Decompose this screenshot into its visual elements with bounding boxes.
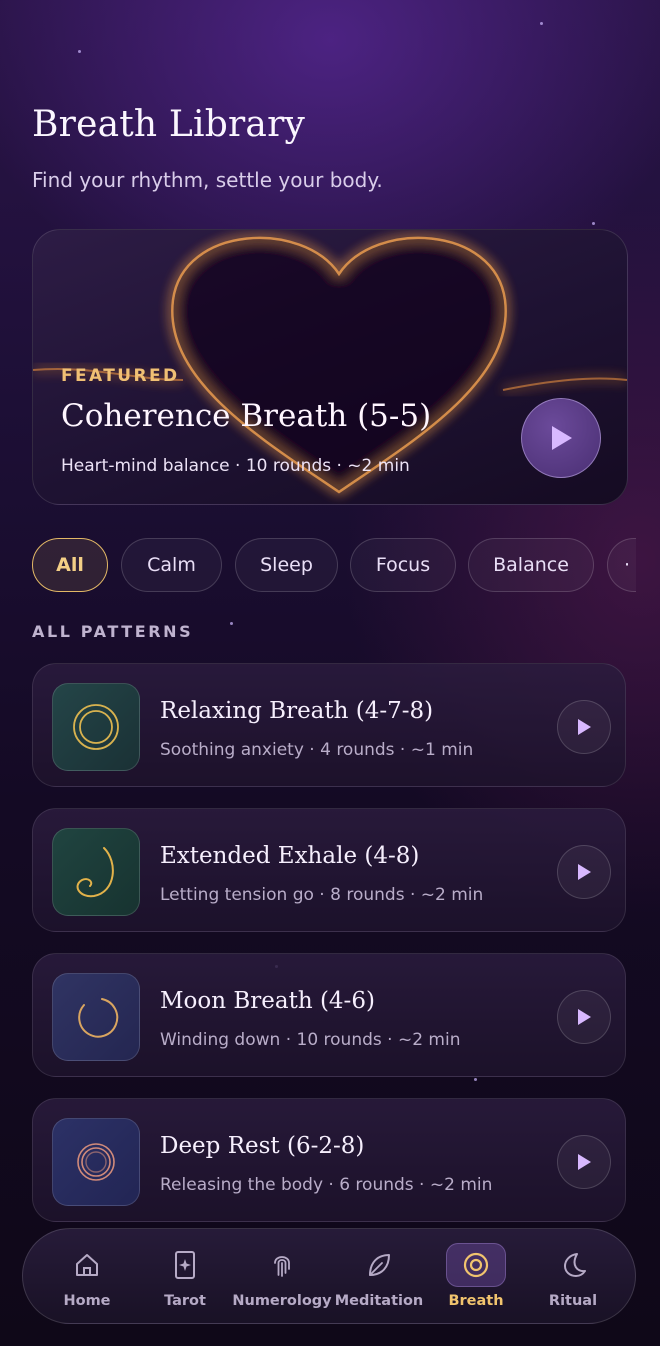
pattern-play-button[interactable] [557,845,611,899]
star-decoration [230,622,233,625]
home-icon [76,1254,98,1276]
star-decoration [78,50,81,53]
breath-circle-icon [463,1252,489,1278]
pattern-play-button[interactable] [557,1135,611,1189]
nav-item-ritual[interactable]: Ritual [523,1229,623,1325]
play-icon [578,864,591,880]
pattern-thumbnail [52,828,140,916]
chip-more[interactable]: · [607,538,636,592]
nav-label: Ritual [548,1293,598,1309]
chip-calm[interactable]: Calm [121,538,222,592]
chip-focus[interactable]: Focus [350,538,456,592]
nav-label: Meditation [334,1293,424,1309]
pattern-card[interactable]: Moon Breath (4-6) Winding down · 10 roun… [32,953,626,1077]
nav-label: Breath [448,1293,504,1309]
pattern-thumbnail [52,1118,140,1206]
moon-icon [564,1253,586,1277]
pattern-card[interactable]: Deep Rest (6-2-8) Releasing the body · 6… [32,1098,626,1222]
nav-item-numerology[interactable]: Numerology [232,1229,332,1325]
pattern-thumbnail [52,973,140,1061]
pattern-thumbnail [52,683,140,771]
play-icon [578,1009,591,1025]
chip-sleep[interactable]: Sleep [235,538,338,592]
featured-title: Coherence Breath (5-5) [61,398,432,434]
crescent-ring-icon [78,998,119,1038]
fingerprint-icon [274,1256,290,1277]
leaf-icon [369,1254,390,1276]
double-circle-icon [73,704,119,750]
pattern-title: Deep Rest (6-2-8) [160,1133,365,1159]
pattern-title: Extended Exhale (4-8) [160,843,420,869]
pattern-meta: Releasing the body · 6 rounds · ~2 min [160,1175,493,1195]
star-decoration [592,222,595,225]
pattern-title: Moon Breath (4-6) [160,988,375,1014]
pattern-meta: Winding down · 10 rounds · ~2 min [160,1030,461,1050]
page-title: Breath Library [32,104,306,145]
pattern-play-button[interactable] [557,990,611,1044]
pattern-card[interactable]: Relaxing Breath (4-7-8) Soothing anxiety… [32,663,626,787]
bottom-nav: Home Tarot Numerology Meditation Breath … [22,1228,636,1324]
play-icon [578,1154,591,1170]
spiral-exhale-icon [76,847,114,898]
nav-label: Numerology [232,1293,332,1309]
pattern-title: Relaxing Breath (4-7-8) [160,698,434,724]
chip-balance[interactable]: Balance [468,538,594,592]
page-subtitle: Find your rhythm, settle your body. [32,168,383,192]
star-decoration [540,22,543,25]
tarot-card-icon [175,1251,195,1279]
play-icon [578,719,591,735]
section-label: ALL PATTERNS [32,622,194,641]
pattern-meta: Soothing anxiety · 4 rounds · ~1 min [160,740,474,760]
nav-item-home[interactable]: Home [37,1229,137,1325]
featured-label: FEATURED [61,366,180,386]
play-icon [552,426,572,450]
pattern-play-button[interactable] [557,700,611,754]
nav-label: Tarot [164,1293,206,1309]
nav-label: Home [63,1293,111,1309]
featured-play-button[interactable] [521,398,601,478]
chip-all[interactable]: All [32,538,108,592]
nav-item-breath[interactable]: Breath [426,1229,526,1325]
pattern-card[interactable]: Extended Exhale (4-8) Letting tension go… [32,808,626,932]
featured-meta: Heart-mind balance · 10 rounds · ~2 min [61,456,410,476]
nav-item-tarot[interactable]: Tarot [135,1229,235,1325]
concentric-rings-icon [77,1143,115,1181]
pattern-meta: Letting tension go · 8 rounds · ~2 min [160,885,484,905]
nav-item-meditation[interactable]: Meditation [329,1229,429,1325]
star-decoration [474,1078,477,1081]
filter-chips: All Calm Sleep Focus Balance · [32,538,636,594]
featured-card[interactable]: FEATURED Coherence Breath (5-5) Heart-mi… [32,229,628,505]
